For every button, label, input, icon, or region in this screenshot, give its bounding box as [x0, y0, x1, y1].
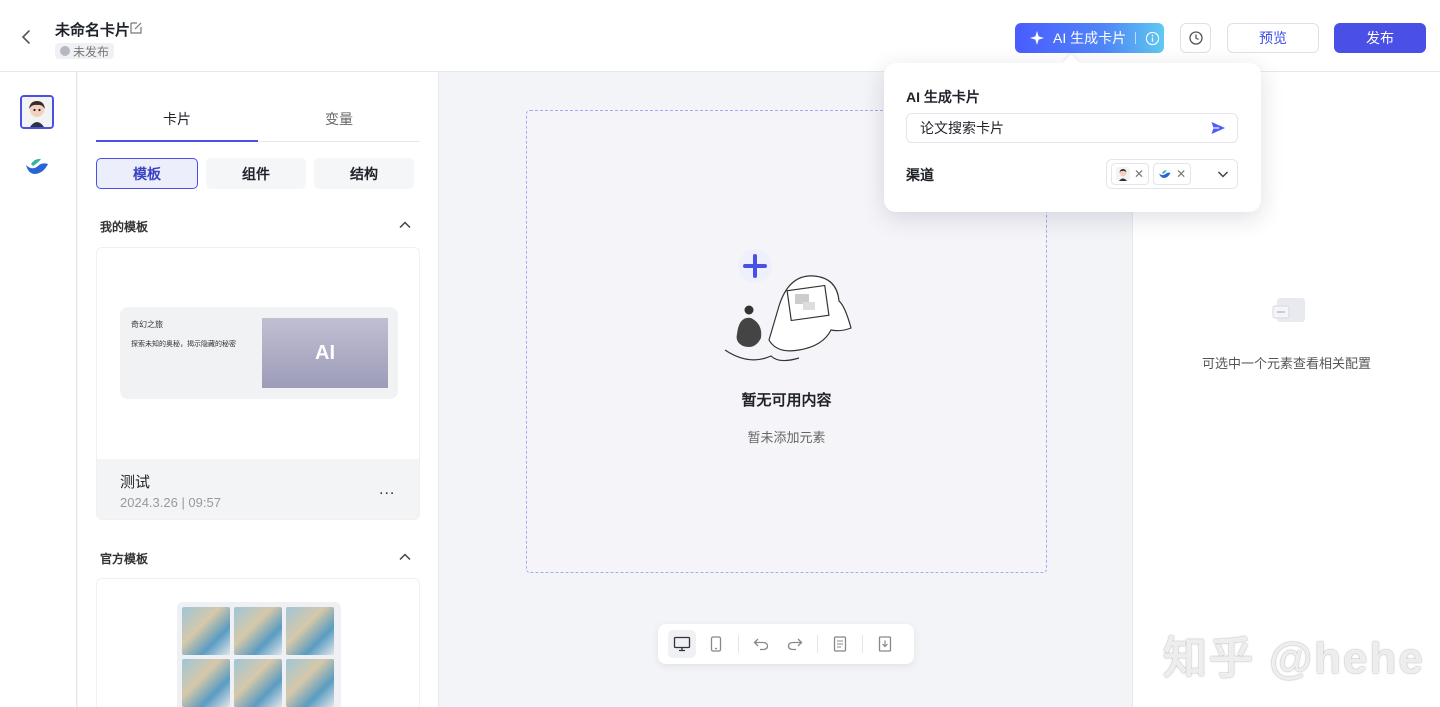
prompt-input[interactable]: 论文搜索卡片 — [906, 113, 1238, 143]
thumb-desc: 探索未知的奥秘，揭示隐藏的秘密 — [131, 341, 236, 348]
thumb-title: 奇幻之旅 — [131, 320, 163, 329]
close-icon[interactable]: ✕ — [1176, 167, 1186, 181]
ai-generate-popover: AI 生成卡片 论文搜索卡片 渠道 ✕ ✕ — [884, 63, 1261, 212]
history-icon — [1188, 31, 1203, 45]
empty-illustration — [724, 249, 852, 362]
segment-components[interactable]: 组件 — [206, 158, 306, 189]
component-panel: 卡片 变量 模板 组件 结构 我的模板 奇幻之旅 探索未知的奥秘，揭示隐藏的秘密… — [78, 72, 439, 707]
undo-icon — [753, 638, 769, 651]
thumb-tile — [234, 659, 282, 707]
avatar-icon — [22, 97, 52, 127]
wave-logo-icon — [1159, 170, 1171, 178]
ai-generate-label: AI 生成卡片 — [1053, 30, 1127, 46]
export-button[interactable] — [871, 630, 899, 658]
export-icon — [878, 636, 892, 652]
channel-chip-wave: ✕ — [1153, 163, 1192, 185]
status-text: 未发布 — [73, 44, 110, 59]
popover-title: AI 生成卡片 — [906, 89, 980, 105]
empty-title: 暂无可用内容 — [741, 392, 832, 409]
document-icon — [833, 636, 847, 652]
redo-button[interactable] — [781, 630, 809, 658]
desktop-icon — [673, 636, 691, 652]
chevron-down-icon[interactable] — [1217, 168, 1229, 180]
history-button[interactable] — [1180, 23, 1211, 53]
wave-logo-icon — [26, 158, 48, 174]
channel-select[interactable]: ✕ ✕ — [1106, 159, 1238, 189]
official-template-card[interactable] — [96, 578, 420, 707]
watermark: 知乎 @hehe — [1163, 634, 1425, 683]
section-my-templates: 我的模板 — [100, 220, 149, 234]
back-arrow-icon[interactable] — [18, 28, 36, 46]
document-button[interactable] — [826, 630, 854, 658]
template-thumbnail-grid — [177, 602, 341, 707]
template-meta: 测试 2024.3.26 | 09:57 ... — [97, 459, 419, 519]
canvas-toolbar — [658, 624, 914, 664]
channel-logo-icon[interactable] — [23, 152, 51, 180]
segment-templates[interactable]: 模板 — [96, 158, 198, 189]
tab-card[interactable]: 卡片 — [96, 100, 258, 142]
page-title: 未命名卡片 — [55, 22, 131, 39]
channel-chip-avatar: ✕ — [1111, 163, 1150, 185]
info-icon[interactable] — [1145, 31, 1160, 46]
thumb-tile — [182, 659, 230, 707]
send-icon[interactable] — [1210, 120, 1226, 136]
redo-icon — [787, 638, 803, 651]
properties-hint: 可选中一个元素查看相关配置 — [1201, 356, 1371, 371]
avatar-icon — [1116, 167, 1130, 181]
empty-selection-icon — [1272, 298, 1305, 322]
chevron-up-icon[interactable] — [398, 550, 412, 564]
mobile-icon — [710, 636, 722, 652]
undo-button[interactable] — [747, 630, 775, 658]
divider — [738, 635, 739, 653]
section-official-templates: 官方模板 — [100, 552, 149, 566]
top-bar: 未命名卡片 未发布 AI 生成卡片 预览 发布 — [0, 0, 1440, 72]
desktop-view-button[interactable] — [668, 630, 696, 658]
clock-icon — [60, 46, 70, 56]
thumb-tile — [182, 607, 230, 655]
thumb-tile — [286, 607, 334, 655]
mobile-view-button[interactable] — [702, 630, 730, 658]
empty-subtitle: 暂未添加元素 — [747, 430, 826, 445]
segment-structure[interactable]: 结构 — [314, 158, 414, 189]
divider — [1135, 32, 1137, 44]
tab-variables[interactable]: 变量 — [258, 100, 420, 141]
divider — [862, 635, 863, 653]
ai-generate-button[interactable]: AI 生成卡片 — [1015, 23, 1164, 53]
panel-tabs: 卡片 变量 — [96, 100, 420, 142]
publish-button[interactable]: 发布 — [1334, 23, 1426, 53]
avatar[interactable] — [20, 95, 54, 129]
template-card[interactable]: 奇幻之旅 探索未知的奥秘，揭示隐藏的秘密 AI 测试 2024.3.26 | 0… — [96, 247, 420, 520]
thumb-tile — [234, 607, 282, 655]
segment-control: 模板 组件 结构 — [96, 158, 414, 189]
thumb-tile — [286, 659, 334, 707]
status-badge: 未发布 — [55, 43, 115, 59]
chevron-up-icon[interactable] — [398, 218, 412, 232]
edit-icon[interactable] — [129, 21, 143, 35]
preview-button[interactable]: 预览 — [1227, 23, 1319, 53]
divider — [817, 635, 818, 653]
template-date: 2024.3.26 | 09:57 — [120, 495, 221, 510]
close-icon[interactable]: ✕ — [1134, 167, 1144, 181]
sparkle-icon — [1030, 31, 1044, 45]
thumb-image: AI — [262, 318, 388, 388]
more-icon[interactable]: ... — [379, 481, 395, 499]
template-name: 测试 — [120, 474, 151, 491]
template-thumbnail: 奇幻之旅 探索未知的奥秘，揭示隐藏的秘密 AI — [120, 307, 398, 399]
channel-label: 渠道 — [906, 167, 934, 183]
channel-rail — [0, 72, 77, 707]
